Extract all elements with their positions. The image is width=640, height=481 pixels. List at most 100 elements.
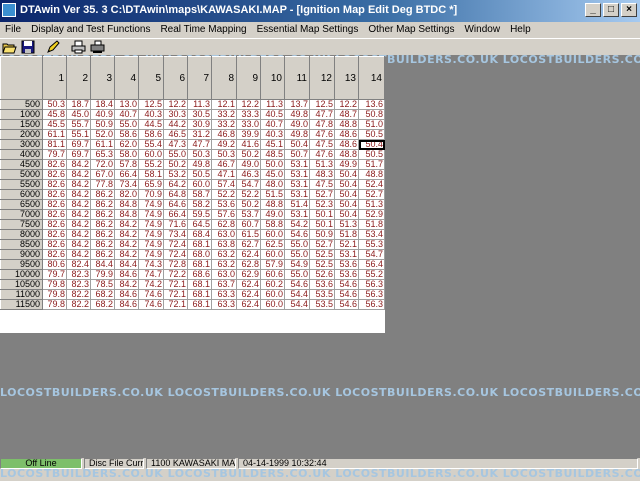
map-cell[interactable]: 40.5 [260, 109, 285, 120]
map-cell[interactable]: 47.6 [309, 149, 335, 160]
map-cell[interactable]: 84.2 [66, 219, 91, 230]
map-cell[interactable]: 84.4 [114, 259, 139, 270]
map-cell[interactable]: 68.1 [187, 299, 212, 310]
map-cell[interactable]: 54.6 [334, 289, 359, 300]
map-cell[interactable]: 62.4 [236, 279, 261, 290]
map-cell[interactable]: 84.2 [66, 229, 91, 240]
map-cell[interactable]: 64.5 [187, 219, 212, 230]
rpm-row-header[interactable]: 3000 [0, 139, 43, 150]
column-header[interactable]: 2 [66, 56, 91, 100]
map-cell[interactable]: 46.8 [211, 129, 237, 140]
map-cell[interactable]: 72.1 [163, 279, 188, 290]
map-cell[interactable]: 48.6 [334, 139, 359, 150]
map-cell[interactable]: 62.4 [236, 299, 261, 310]
map-cell[interactable]: 46.7 [211, 159, 237, 170]
map-cell[interactable]: 60.2 [260, 279, 285, 290]
map-cell[interactable]: 58.2 [187, 199, 212, 210]
map-cell[interactable]: 62.4 [236, 249, 261, 260]
map-cell[interactable]: 84.2 [114, 229, 139, 240]
map-cell[interactable]: 86.2 [90, 229, 115, 240]
map-cell[interactable]: 51.4 [284, 199, 310, 210]
title-bar[interactable]: DTAwin Ver 35. 3 C:\DTAwin\maps\KAWASAKI… [0, 0, 640, 22]
map-cell[interactable]: 82.3 [66, 269, 91, 280]
map-cell[interactable]: 45.1 [260, 139, 285, 150]
map-cell[interactable]: 56.3 [358, 299, 385, 310]
rpm-row-header[interactable]: 5000 [0, 169, 43, 180]
column-header[interactable]: 12 [309, 56, 335, 100]
map-cell[interactable]: 60.0 [187, 179, 212, 190]
rpm-row-header[interactable]: 9500 [0, 259, 43, 270]
map-cell[interactable]: 72.1 [163, 289, 188, 300]
map-cell[interactable]: 49.0 [260, 209, 285, 220]
map-cell[interactable]: 52.5 [309, 259, 335, 270]
map-cell[interactable]: 74.9 [138, 209, 164, 220]
map-cell[interactable]: 53.2 [163, 169, 188, 180]
map-cell[interactable]: 79.8 [42, 289, 67, 300]
map-cell[interactable]: 79.7 [42, 149, 67, 160]
map-cell[interactable]: 74.3 [138, 259, 164, 270]
map-cell[interactable]: 12.2 [236, 99, 261, 110]
map-cell[interactable]: 68.1 [187, 289, 212, 300]
map-cell[interactable]: 82.6 [42, 209, 67, 220]
rpm-row-header[interactable]: 4500 [0, 159, 43, 170]
map-cell[interactable]: 56.4 [358, 259, 385, 270]
map-cell[interactable]: 74.2 [138, 279, 164, 290]
column-header[interactable]: 10 [260, 56, 285, 100]
map-cell[interactable]: 52.3 [309, 199, 335, 210]
map-cell[interactable]: 82.0 [114, 189, 139, 200]
map-cell[interactable]: 62.5 [260, 239, 285, 250]
maximize-button[interactable]: □ [603, 3, 619, 17]
menu-essential-map-settings[interactable]: Essential Map Settings [252, 22, 364, 38]
map-cell[interactable]: 62.9 [236, 269, 261, 280]
rpm-row-header[interactable]: 1000 [0, 109, 43, 120]
map-cell[interactable]: 44.5 [138, 119, 164, 130]
map-cell[interactable]: 58.1 [138, 169, 164, 180]
map-cell[interactable]: 63.2 [211, 259, 237, 270]
map-cell[interactable]: 48.8 [260, 199, 285, 210]
map-cell[interactable]: 62.8 [211, 219, 237, 230]
app-icon[interactable] [2, 3, 16, 17]
menu-help[interactable]: Help [505, 22, 536, 38]
map-cell[interactable]: 57.8 [114, 159, 139, 170]
map-cell[interactable]: 63.7 [211, 279, 237, 290]
map-cell[interactable]: 53.1 [284, 159, 310, 170]
rpm-row-header[interactable]: 9000 [0, 249, 43, 260]
map-cell[interactable]: 12.2 [334, 99, 359, 110]
map-cell[interactable]: 82.6 [42, 219, 67, 230]
map-cell[interactable]: 30.3 [163, 109, 188, 120]
map-cell[interactable]: 30.5 [187, 109, 212, 120]
map-cell[interactable]: 81.1 [42, 139, 67, 150]
map-cell[interactable]: 12.5 [309, 99, 335, 110]
map-cell[interactable]: 69.7 [66, 139, 91, 150]
map-cell[interactable]: 49.0 [236, 159, 261, 170]
close-button[interactable]: × [621, 3, 637, 17]
map-cell[interactable]: 66.4 [114, 169, 139, 180]
map-cell[interactable]: 52.5 [309, 249, 335, 260]
map-cell[interactable]: 82.6 [42, 229, 67, 240]
map-cell[interactable]: 53.5 [309, 289, 335, 300]
map-cell[interactable]: 80.6 [42, 259, 67, 270]
rpm-row-header[interactable]: 1500 [0, 119, 43, 130]
map-cell[interactable]: 74.6 [138, 299, 164, 310]
map-cell[interactable]: 57.4 [211, 179, 237, 190]
map-cell[interactable]: 50.8 [358, 109, 385, 120]
column-header[interactable]: 1 [42, 56, 67, 100]
map-cell[interactable]: 82.4 [66, 259, 91, 270]
map-cell[interactable]: 84.2 [114, 219, 139, 230]
map-cell[interactable]: 68.2 [90, 299, 115, 310]
map-cell[interactable]: 40.3 [138, 109, 164, 120]
map-cell[interactable]: 50.2 [236, 149, 261, 160]
map-cell[interactable]: 11.3 [260, 99, 285, 110]
map-cell[interactable]: 47.6 [309, 129, 335, 140]
map-cell[interactable]: 49.8 [284, 129, 310, 140]
map-cell[interactable]: 55.7 [66, 119, 91, 130]
map-cell[interactable]: 33.2 [211, 119, 237, 130]
map-cell[interactable]: 54.6 [284, 279, 310, 290]
map-cell[interactable]: 84.4 [90, 259, 115, 270]
map-cell[interactable]: 82.6 [42, 239, 67, 250]
map-cell[interactable]: 74.9 [138, 199, 164, 210]
rpm-row-header[interactable]: 5500 [0, 179, 43, 190]
rpm-row-header[interactable]: 2000 [0, 129, 43, 140]
map-cell[interactable]: 48.8 [334, 149, 359, 160]
rpm-row-header[interactable]: 7500 [0, 219, 43, 230]
